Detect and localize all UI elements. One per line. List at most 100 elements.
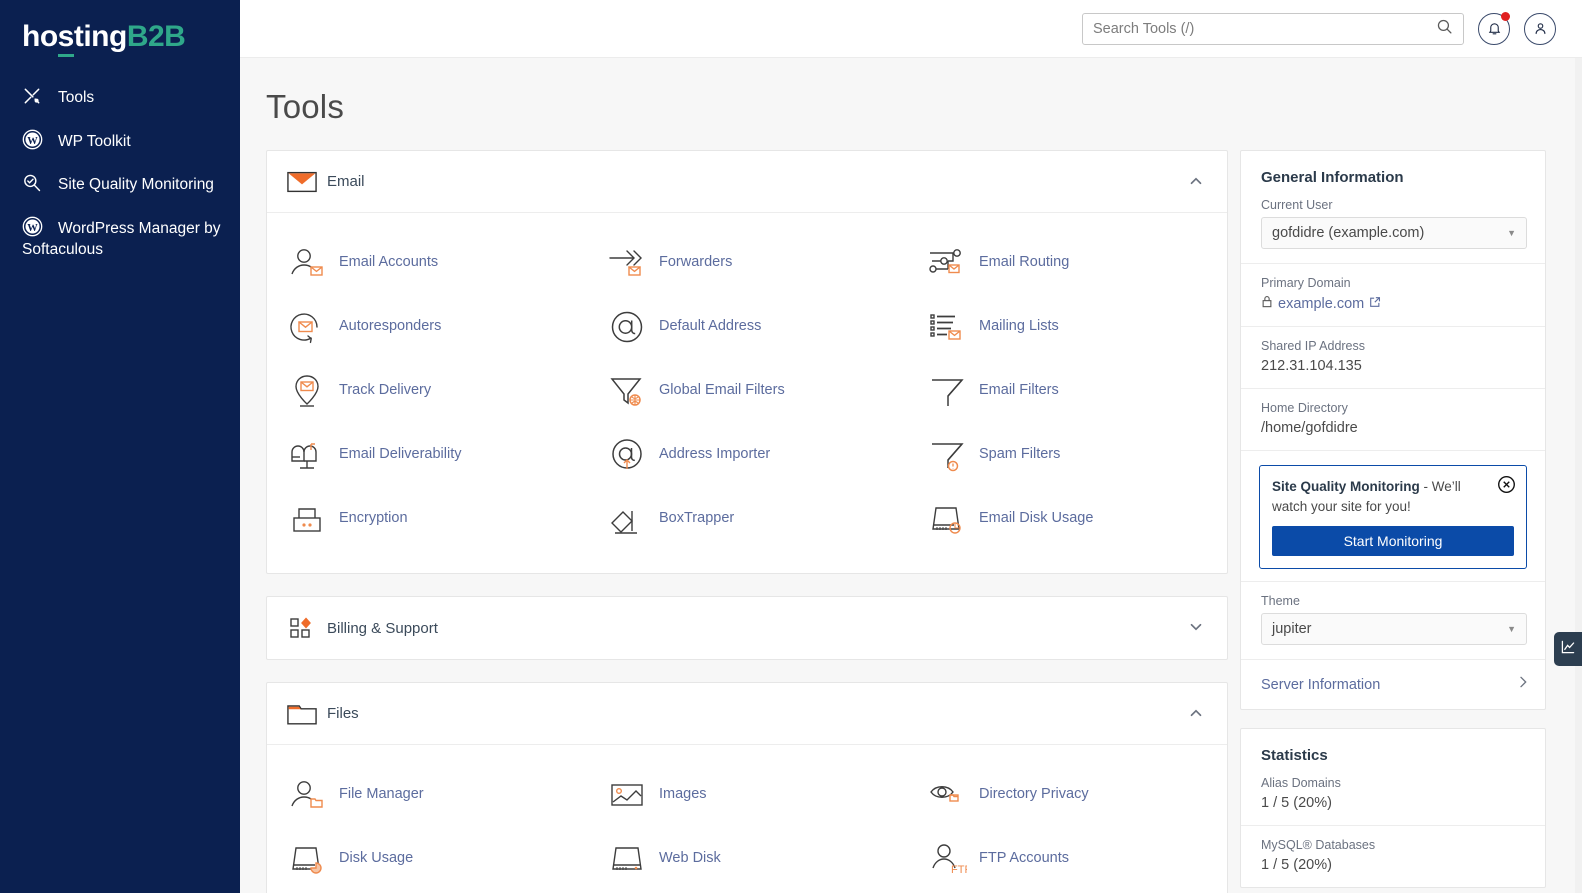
tool-grid-email: Email Accounts Forwarders — [267, 213, 1227, 573]
section-files: Files File Manager — [266, 682, 1228, 893]
sidebar-item-wp-toolkit[interactable]: W WP Toolkit — [0, 129, 240, 153]
section-header-billing-support[interactable]: Billing & Support — [267, 597, 1227, 659]
primary-domain-value: example.com — [1278, 296, 1364, 312]
tool-label: Email Disk Usage — [979, 510, 1093, 527]
server-information-label: Server Information — [1261, 677, 1380, 693]
chevron-down-icon[interactable] — [1187, 618, 1207, 638]
stat-label: MySQL® Databases — [1261, 838, 1527, 852]
theme-label: Theme — [1261, 594, 1527, 608]
tool-label: Email Deliverability — [339, 446, 461, 463]
tool-address-importer[interactable]: Address Importer — [587, 423, 907, 487]
tool-directory-privacy[interactable]: Directory Privacy — [907, 763, 1227, 827]
account-button[interactable] — [1524, 13, 1556, 45]
loop-mail-icon — [285, 307, 329, 347]
sidebar-item-site-quality-monitoring[interactable]: Site Quality Monitoring — [0, 173, 240, 196]
tool-track-delivery[interactable]: Track Delivery — [267, 359, 587, 423]
tool-mailing-lists[interactable]: Mailing Lists — [907, 295, 1227, 359]
funnel-globe-icon — [605, 371, 649, 411]
tool-encryption[interactable]: Encryption — [267, 487, 587, 551]
primary-domain-link[interactable]: example.com — [1261, 295, 1527, 312]
user-folder-icon — [285, 775, 329, 815]
theme-select[interactable]: jupiter ▼ — [1261, 613, 1527, 645]
tool-label: Directory Privacy — [979, 786, 1089, 803]
tool-autoresponders[interactable]: Autoresponders — [267, 295, 587, 359]
tools-icon — [22, 86, 48, 106]
search-input[interactable] — [1093, 21, 1436, 37]
tool-file-manager[interactable]: File Manager — [267, 763, 587, 827]
sidebar-item-tools[interactable]: Tools — [0, 86, 240, 109]
tool-label: Encryption — [339, 510, 408, 527]
tool-email-filters[interactable]: Email Filters — [907, 359, 1227, 423]
tool-web-disk[interactable]: Web Disk — [587, 827, 907, 891]
tool-email-accounts[interactable]: Email Accounts — [267, 231, 587, 295]
sidebar-item-label: Tools — [58, 89, 94, 106]
tool-forwarders[interactable]: Forwarders — [587, 231, 907, 295]
tool-spam-filters[interactable]: Spam Filters — [907, 423, 1227, 487]
section-header-email[interactable]: Email — [267, 151, 1227, 213]
server-information-row[interactable]: Server Information — [1241, 660, 1545, 709]
tool-default-address[interactable]: Default Address — [587, 295, 907, 359]
current-user-select[interactable]: gofdidre (example.com) ▼ — [1261, 217, 1527, 249]
box-trap-icon — [605, 499, 649, 539]
tool-label: Spam Filters — [979, 446, 1060, 463]
external-link-icon — [1369, 296, 1381, 312]
image-icon — [605, 775, 649, 815]
primary-domain-label: Primary Domain — [1261, 276, 1527, 290]
sidebar-nav: Tools W WP Toolkit Site Quality Monitori… — [0, 86, 240, 261]
chevron-down-icon: ▼ — [1507, 624, 1516, 634]
section-email: Email Email Accounts — [266, 150, 1228, 574]
section-header-files[interactable]: Files — [267, 683, 1227, 745]
tool-label: FTP Accounts — [979, 850, 1069, 867]
current-user-value: gofdidre (example.com) — [1272, 225, 1424, 241]
stat-row-alias-domains: Alias Domains 1 / 5 (20%) — [1241, 764, 1545, 826]
chevron-down-icon: ▼ — [1507, 228, 1516, 238]
chevron-up-icon[interactable] — [1187, 172, 1207, 192]
stat-label: Alias Domains — [1261, 776, 1527, 790]
wordpress-icon: W — [22, 216, 48, 236]
home-directory-row: Home Directory /home/gofdidre — [1241, 389, 1545, 451]
lock-icon — [1261, 295, 1273, 312]
chevron-up-icon[interactable] — [1187, 704, 1207, 724]
primary-domain-row: Primary Domain example.com — [1241, 264, 1545, 327]
tool-ftp-accounts[interactable]: FTP FTP Accounts — [907, 827, 1227, 891]
section-title: Email — [327, 173, 1187, 190]
analytics-tab-button[interactable] — [1554, 632, 1582, 666]
page-scrollbar[interactable] — [1575, 58, 1582, 893]
tools-column: Email Email Accounts — [266, 150, 1228, 893]
section-title: Billing & Support — [327, 620, 1187, 637]
tool-email-disk-usage[interactable]: Email Disk Usage — [907, 487, 1227, 551]
tool-email-routing[interactable]: Email Routing — [907, 231, 1227, 295]
chevron-right-icon — [1515, 674, 1531, 695]
tool-label: BoxTrapper — [659, 510, 734, 527]
brand-logo[interactable]: hostingB2B — [0, 0, 240, 52]
general-information-panel: General Information Current User gofdidr… — [1240, 150, 1546, 710]
tool-images[interactable]: Images — [587, 763, 907, 827]
search-icon[interactable] — [1436, 18, 1453, 40]
notifications-button[interactable] — [1478, 13, 1510, 45]
page-title: Tools — [240, 58, 1582, 126]
envelope-icon — [285, 168, 319, 196]
logo-accent: B2B — [127, 20, 186, 53]
sidebar-item-wordpress-manager[interactable]: W WordPress Manager by Softaculous — [0, 216, 240, 261]
tool-global-email-filters[interactable]: Global Email Filters — [587, 359, 907, 423]
tool-label: Mailing Lists — [979, 318, 1059, 335]
tool-label: File Manager — [339, 786, 424, 803]
disk-pie-icon — [285, 839, 329, 879]
home-directory-value: /home/gofdidre — [1261, 420, 1527, 436]
user-mail-icon — [285, 243, 329, 283]
sidebar-item-label: WordPress Manager by Softaculous — [22, 220, 221, 258]
search-box[interactable] — [1082, 13, 1464, 45]
disk-icon — [605, 839, 649, 879]
tool-email-deliverability[interactable]: Email Deliverability — [267, 423, 587, 487]
section-title: Files — [327, 705, 1187, 722]
tool-label: Default Address — [659, 318, 761, 335]
funnel-alert-icon — [925, 435, 969, 475]
start-monitoring-button[interactable]: Start Monitoring — [1272, 526, 1514, 556]
tool-boxtrapper[interactable]: BoxTrapper — [587, 487, 907, 551]
tool-disk-usage[interactable]: Disk Usage — [267, 827, 587, 891]
sidebar-item-label: WP Toolkit — [58, 133, 131, 150]
shared-ip-value: 212.31.104.135 — [1261, 358, 1527, 374]
close-circle-icon[interactable] — [1497, 475, 1516, 494]
folder-icon — [285, 700, 319, 728]
svg-text:FTP: FTP — [951, 864, 967, 876]
